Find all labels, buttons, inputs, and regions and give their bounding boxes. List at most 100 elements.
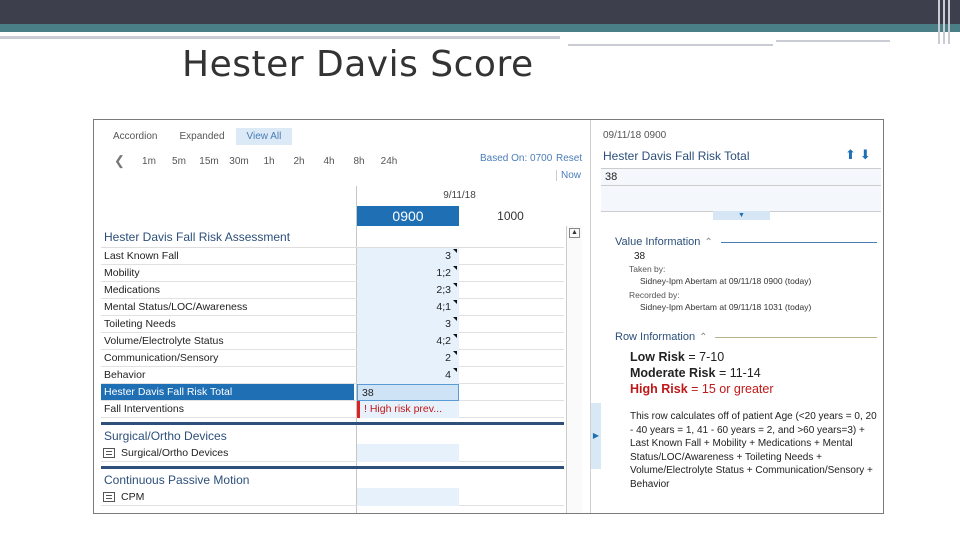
interval-15m[interactable]: 15m [194,156,224,167]
view-tabs: Accordion Expanded View All [102,128,293,145]
interval-24h[interactable]: 24h [374,156,404,167]
tab-view-all[interactable]: View All [235,128,293,145]
slide-accent-bar [0,24,960,32]
section-title-hester-davis[interactable]: Hester Davis Fall Risk Assessment [101,226,564,248]
row-label: Toileting Needs [104,318,176,330]
detail-panel: 09/11/18 0900 Hester Davis Fall Risk Tot… [601,120,883,513]
collapse-caret-icon[interactable]: ⌃ [704,237,712,248]
slide-corner-bars [938,0,952,44]
row-label-total: Hester Davis Fall Risk Total [101,384,354,400]
table-row[interactable]: Volume/Electrolyte Status 4;2 [101,333,564,350]
risk-low-range: = 7-10 [688,350,725,364]
row-value[interactable]: 1;2 [357,265,459,282]
list-item-value[interactable] [357,488,459,506]
row-label: Medications [104,284,161,296]
risk-levels: Low Risk = 7-10 Moderate Risk = 11-14 Hi… [630,349,877,397]
interval-4h[interactable]: 4h [314,156,344,167]
list-item-label: Surgical/Ortho Devices [121,447,229,459]
interval-5m[interactable]: 5m [164,156,194,167]
based-on-link[interactable]: Based On: 0700 [480,153,552,164]
arrow-down-icon[interactable]: ⬇ [860,147,875,162]
interval-8h[interactable]: 8h [344,156,374,167]
back-arrow-icon[interactable]: ❮ [114,153,134,169]
row-information-heading: Row Information [615,331,696,343]
tab-accordion[interactable]: Accordion [102,128,168,145]
row-value[interactable]: 4;1 [357,299,459,316]
table-row-fall-interventions[interactable]: Fall Interventions ! High risk prev... [101,401,564,418]
table-row[interactable]: Behavior 4 [101,367,564,384]
row-label: Volume/Electrolyte Status [104,335,224,347]
row-label: Mental Status/LOC/Awareness [104,301,248,313]
section-title-surgical-ortho[interactable]: Surgical/Ortho Devices [101,422,564,444]
detail-info: Value Information ⌃ 38 Taken by: Sidney-… [615,236,877,491]
value-information-header[interactable]: Value Information ⌃ [615,236,877,248]
reset-link[interactable]: Reset [556,153,582,164]
section-rule [715,336,877,338]
list-item-value[interactable] [357,444,459,462]
risk-high-name: High Risk [630,382,688,396]
row-value[interactable]: 4;2 [357,333,459,350]
calculation-description: This row calculates off of patient Age (… [630,411,877,490]
expand-toggle-icon[interactable]: ▼ [713,211,770,220]
table-row[interactable]: Mobility 1;2 [101,265,564,282]
row-label: Communication/Sensory [104,352,219,364]
detail-comment-area[interactable] [601,186,881,212]
row-label: Mobility [104,267,140,279]
arrow-up-icon[interactable]: ⬆ [845,147,860,162]
table-row[interactable]: Mental Status/LOC/Awareness 4;1 [101,299,564,316]
interval-30m[interactable]: 30m [224,156,254,167]
slide-rule-right [776,40,890,42]
section-rule [720,241,877,243]
row-value[interactable]: 4 [357,367,459,384]
interval-1h[interactable]: 1h [254,156,284,167]
date-header: 9/11/18 [443,190,476,201]
row-value[interactable]: 3 [357,248,459,265]
dynamic-group-icon [103,492,115,502]
now-link[interactable]: Now [556,170,581,181]
row-label-interventions: Fall Interventions [104,403,184,415]
row-label: Behavior [104,369,146,381]
slide-rule-mid [568,44,773,46]
taken-by-label: Taken by: [629,264,666,274]
row-value[interactable]: 2;3 [357,282,459,299]
panel-splitter-handle[interactable]: ▶ [591,403,601,469]
dynamic-group-icon [103,448,115,458]
list-item[interactable]: Surgical/Ortho Devices [101,444,564,462]
table-row[interactable]: Communication/Sensory 2 [101,350,564,367]
scroll-up-icon[interactable]: ▲ [569,228,580,238]
row-value-interventions-alert[interactable]: ! High risk prev... [357,401,459,418]
value-information-value: 38 [634,251,646,262]
detail-value-field[interactable]: 38 [601,168,881,186]
section-title-cpm[interactable]: Continuous Passive Motion [101,466,564,488]
recorded-by-value: Sidney-Ipm Abertam at 09/11/18 1031 (tod… [640,302,812,312]
risk-high: High Risk = 15 or greater [630,381,877,397]
detail-datetime: 09/11/18 0900 [603,130,667,141]
table-row[interactable]: Last Known Fall 3 [101,248,564,265]
risk-moderate-range: = 11-14 [718,366,761,380]
risk-high-range: = 15 or greater [691,382,774,396]
interval-1m[interactable]: 1m [134,156,164,167]
risk-low-name: Low Risk [630,350,685,364]
flowsheet-grid: Hester Davis Fall Risk Assessment Last K… [101,226,564,506]
row-value[interactable]: 3 [357,316,459,333]
recorded-by-label: Recorded by: [629,290,680,300]
list-item[interactable]: CPM [101,488,564,506]
row-value-total[interactable]: 38 [357,384,459,401]
row-label: Last Known Fall [104,250,179,262]
column-header-1000[interactable]: 1000 [459,206,562,226]
flowsheet-panel: Accordion Expanded View All ❮ 1m 5m 15m … [94,120,584,513]
table-row[interactable]: Toileting Needs 3 [101,316,564,333]
detail-title: Hester Davis Fall Risk Total [603,149,750,163]
table-row[interactable]: Medications 2;3 [101,282,564,299]
slide-rule-left [0,36,560,39]
interval-2h[interactable]: 2h [284,156,314,167]
row-information-header[interactable]: Row Information ⌃ [615,331,877,343]
tab-expanded[interactable]: Expanded [168,128,235,145]
table-row-total-selected[interactable]: Hester Davis Fall Risk Total 38 [101,384,564,401]
column-header-0900[interactable]: 0900 [357,206,459,226]
list-item-label: CPM [121,491,145,503]
risk-low: Low Risk = 7-10 [630,349,877,365]
collapse-caret-icon[interactable]: ⌃ [699,332,707,343]
row-value[interactable]: 2 [357,350,459,367]
grid-scrollbar[interactable]: ▲ [566,226,582,513]
